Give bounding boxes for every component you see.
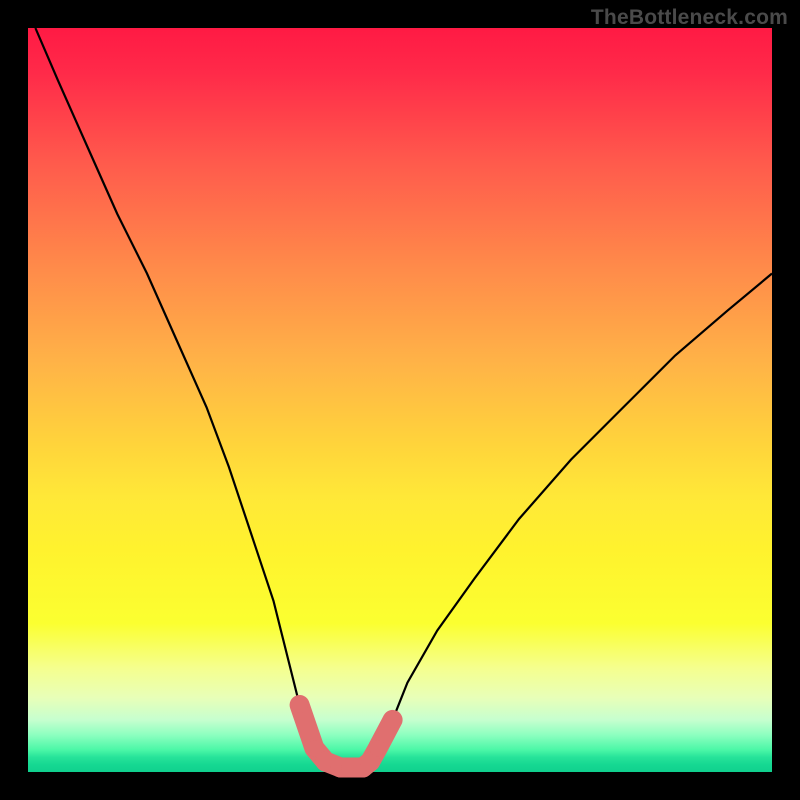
chart-svg (28, 28, 772, 772)
watermark-text: TheBottleneck.com (591, 6, 788, 30)
marker-dot (385, 712, 401, 728)
marker-dot (370, 740, 386, 756)
marker-dot (292, 697, 308, 713)
bottleneck-curve (35, 28, 772, 768)
